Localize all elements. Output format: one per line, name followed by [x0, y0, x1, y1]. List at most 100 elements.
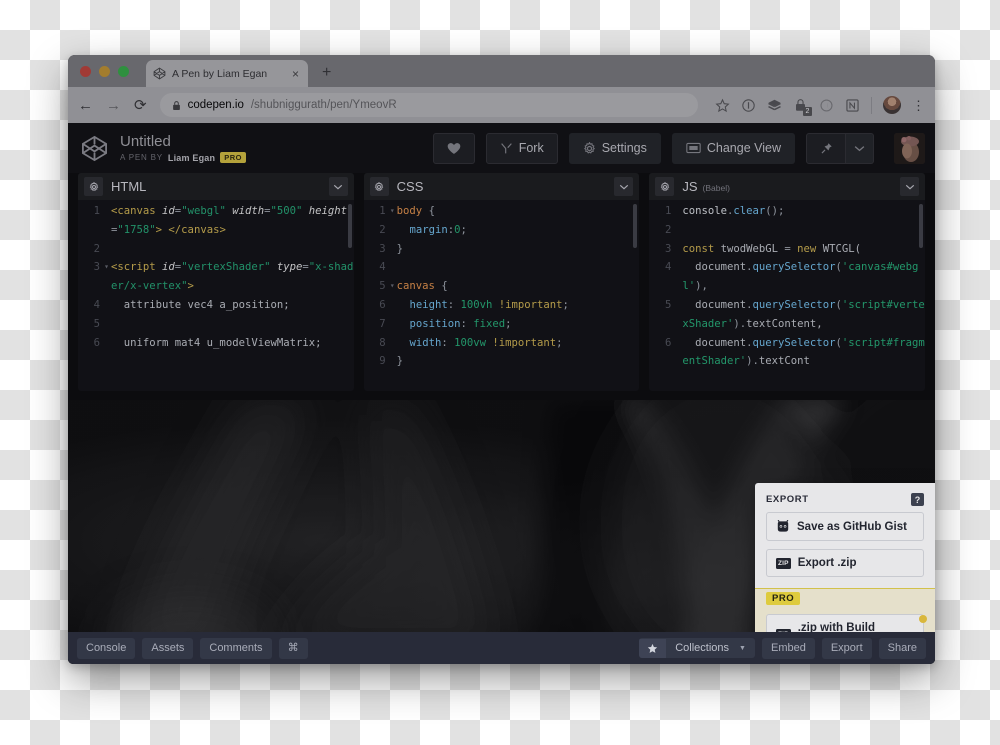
export-zip-button[interactable]: ZIP Export .zip [766, 549, 924, 577]
line-number: 5 [664, 298, 672, 311]
fold-toggle-icon[interactable]: ▾ [390, 277, 395, 296]
pen-byline-text: A PEN BY [120, 153, 163, 162]
toolbar-divider [871, 96, 872, 114]
moon-icon[interactable] [819, 98, 834, 113]
line-number: 2 [93, 242, 100, 255]
code-line: 5 ▾ canvas { [364, 277, 640, 296]
notion-icon[interactable] [845, 98, 860, 113]
zip-icon: ZIP [776, 557, 791, 569]
code-text: canvas { [396, 280, 448, 293]
editor-js-collapse-icon[interactable] [900, 177, 920, 196]
line-number: 6 [93, 336, 100, 349]
close-tab-button[interactable]: × [290, 68, 301, 80]
codepen-logo[interactable] [80, 134, 109, 163]
browser-profile-avatar[interactable] [883, 96, 901, 114]
editor-html-code[interactable]: 1 <canvas id="webgl" width="500" height="… [78, 200, 354, 391]
editor-css-scrollbar[interactable] [633, 204, 638, 248]
extension-badge-count: 2 [803, 106, 812, 116]
info-icon[interactable] [741, 98, 756, 113]
line-number: 6 [664, 336, 672, 349]
address-bar[interactable]: codepen.io/shubniggurath/pen/YmeovR [159, 93, 698, 117]
line-number: 6 [379, 298, 386, 311]
shortcuts-button[interactable]: ⌘ [278, 637, 308, 659]
editor-html-scrollbar[interactable] [347, 204, 352, 248]
settings-button[interactable]: Settings [568, 132, 661, 164]
export-button[interactable]: Export [821, 637, 872, 659]
embed-button[interactable]: Embed [761, 637, 815, 659]
collections-dropdown[interactable]: Collections ▼ [639, 638, 755, 658]
github-icon [777, 520, 789, 532]
code-text: document.querySelector('script#vertexSha… [682, 298, 925, 330]
preview-pane[interactable]: EXPORT ? Save as GitHub Gist ZIP Export … [68, 400, 935, 632]
console-button[interactable]: Console [77, 637, 136, 659]
html-settings-gear-icon[interactable] [84, 177, 103, 196]
pin-button[interactable] [806, 132, 846, 164]
maximize-window-button[interactable] [118, 66, 129, 77]
pin-dropdown-button[interactable] [846, 132, 874, 164]
pro-badge: PRO [220, 152, 246, 163]
change-view-button[interactable]: Change View [671, 132, 795, 164]
line-number: 4 [664, 261, 672, 274]
reload-button[interactable]: ⟳ [134, 98, 147, 113]
browser-tab[interactable]: A Pen by Liam Egan × [146, 60, 308, 87]
line-number: 3 ▾ [78, 258, 109, 296]
minimize-window-button[interactable] [99, 66, 110, 77]
pro-indicator-dot [919, 615, 927, 623]
user-avatar[interactable] [894, 132, 925, 164]
zip-with-build-process-button[interactable]: ZIP .zip with Build Process [766, 614, 924, 632]
fork-button[interactable]: Fork [485, 132, 558, 164]
export-popover: EXPORT ? Save as GitHub Gist ZIP Export … [755, 483, 935, 632]
export-zip-label: Export .zip [797, 557, 857, 569]
star-icon[interactable] [715, 98, 730, 113]
code-line: 2 [649, 221, 925, 240]
code-line: 3 ▾ <script id="vertexShader" type="x-shad… [78, 258, 354, 296]
code-line: 4 [364, 258, 640, 277]
codepen-app: Untitled A PEN BY Liam Egan PRO Fork Set… [68, 123, 935, 664]
help-icon[interactable]: ? [911, 493, 924, 506]
export-options-list: Save as GitHub Gist ZIP Export .zip [755, 512, 935, 588]
code-text: uniform mat4 u_modelViewMatrix; [111, 336, 322, 349]
editor-html-collapse-icon[interactable] [328, 177, 348, 196]
code-text: } [396, 242, 404, 255]
close-window-button[interactable] [80, 66, 91, 77]
love-button[interactable] [432, 132, 475, 164]
code-line: 7 position: fixed; [364, 315, 640, 334]
save-as-github-gist-button[interactable]: Save as GitHub Gist [766, 512, 924, 541]
pro-section-badge: PRO [766, 592, 801, 605]
editor-js-code[interactable]: 1 console.clear(); 2 3 const twodWebGL = ne… [649, 200, 925, 391]
code-line: 4 attribute vec4 a_position; [78, 296, 354, 315]
code-line: 1 console.clear(); [649, 202, 925, 221]
pen-author[interactable]: Liam Egan [168, 153, 215, 163]
share-button[interactable]: Share [878, 637, 926, 659]
pen-byline: A PEN BY Liam Egan PRO [120, 152, 422, 163]
assets-button[interactable]: Assets [142, 637, 194, 659]
line-number: 5 ▾ [364, 277, 394, 296]
browser-tab-title: A Pen by Liam Egan [172, 67, 268, 80]
new-tab-button[interactable]: + [322, 65, 331, 81]
export-popover-title: EXPORT [766, 494, 809, 505]
pen-title[interactable]: Untitled [120, 133, 422, 150]
browser-menu-button[interactable]: ⋮ [912, 99, 925, 112]
back-button[interactable]: ← [78, 98, 93, 113]
forward-button[interactable]: → [106, 98, 121, 113]
editor-html-lang: HTML [111, 179, 147, 194]
editor-html-title: HTML [111, 179, 321, 194]
gear-icon [583, 141, 595, 154]
css-settings-gear-icon[interactable] [369, 177, 389, 196]
zip-icon: ZIP [776, 628, 791, 632]
fold-toggle-icon[interactable]: ▾ [390, 202, 395, 221]
js-settings-gear-icon[interactable] [655, 177, 675, 196]
code-text: const twodWebGL = new WTCGL( [682, 242, 861, 255]
line-number: 2 [664, 223, 672, 236]
avatar-image [894, 132, 925, 164]
fork-icon [500, 142, 512, 153]
editor-css-code[interactable]: 1 ▾ body {2 margin:0; 3} 4 5 ▾ canvas {6 heigh… [364, 200, 640, 391]
editor-js-scrollbar[interactable] [919, 204, 924, 248]
fold-toggle-icon[interactable]: ▾ [104, 258, 109, 277]
settings-label: Settings [601, 141, 647, 155]
editor-css-collapse-icon[interactable] [614, 177, 634, 196]
comments-button[interactable]: Comments [200, 637, 272, 659]
lastpass-icon[interactable]: 2 [793, 98, 812, 116]
code-line: 6 uniform mat4 u_modelViewMatrix; [78, 334, 354, 353]
layers-icon[interactable] [767, 98, 782, 113]
